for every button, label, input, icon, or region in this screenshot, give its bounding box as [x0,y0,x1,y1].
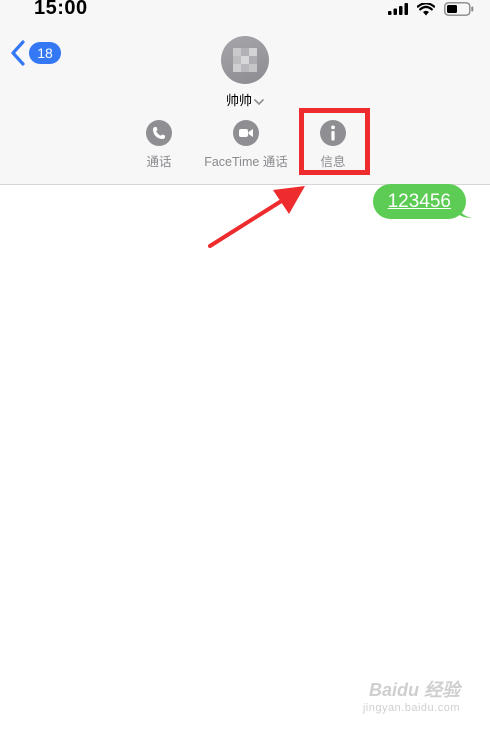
status-icons [388,0,474,18]
wifi-icon [417,2,435,15]
back-button[interactable]: 18 [10,40,61,66]
call-action[interactable]: 通话 [144,120,174,170]
status-time: 15:00 [34,0,88,19]
avatar[interactable] [221,36,269,84]
contact-name-button[interactable]: 帅帅 [0,90,490,109]
highlight-box [299,108,370,175]
phone-icon [146,120,172,146]
chevron-left-icon [11,40,25,66]
watermark: Baidu 经验 jingyan.baidu.com [363,676,460,714]
sent-message-bubble[interactable]: 123456 [372,184,466,219]
annotation-arrow [208,186,305,248]
signal-icon [388,3,408,15]
battery-icon [444,2,474,16]
conversation-header: 18 帅帅 通话 FaceTime 通话 信息 [0,22,490,185]
watermark-url: jingyan.baidu.com [362,702,460,714]
contact-name: 帅帅 [225,93,252,108]
facetime-label: FaceTime 通话 [204,155,288,169]
status-bar: 15:00 [0,0,490,22]
facetime-action[interactable]: FaceTime 通话 [201,120,291,170]
call-label: 通话 [146,155,172,169]
video-icon [233,120,259,146]
watermark-logo: Baidu 经验 [368,680,460,700]
avatar-image [233,48,257,72]
chevron-down-icon [254,94,264,109]
unread-badge: 18 [29,42,61,64]
bubble-tail [458,206,472,218]
